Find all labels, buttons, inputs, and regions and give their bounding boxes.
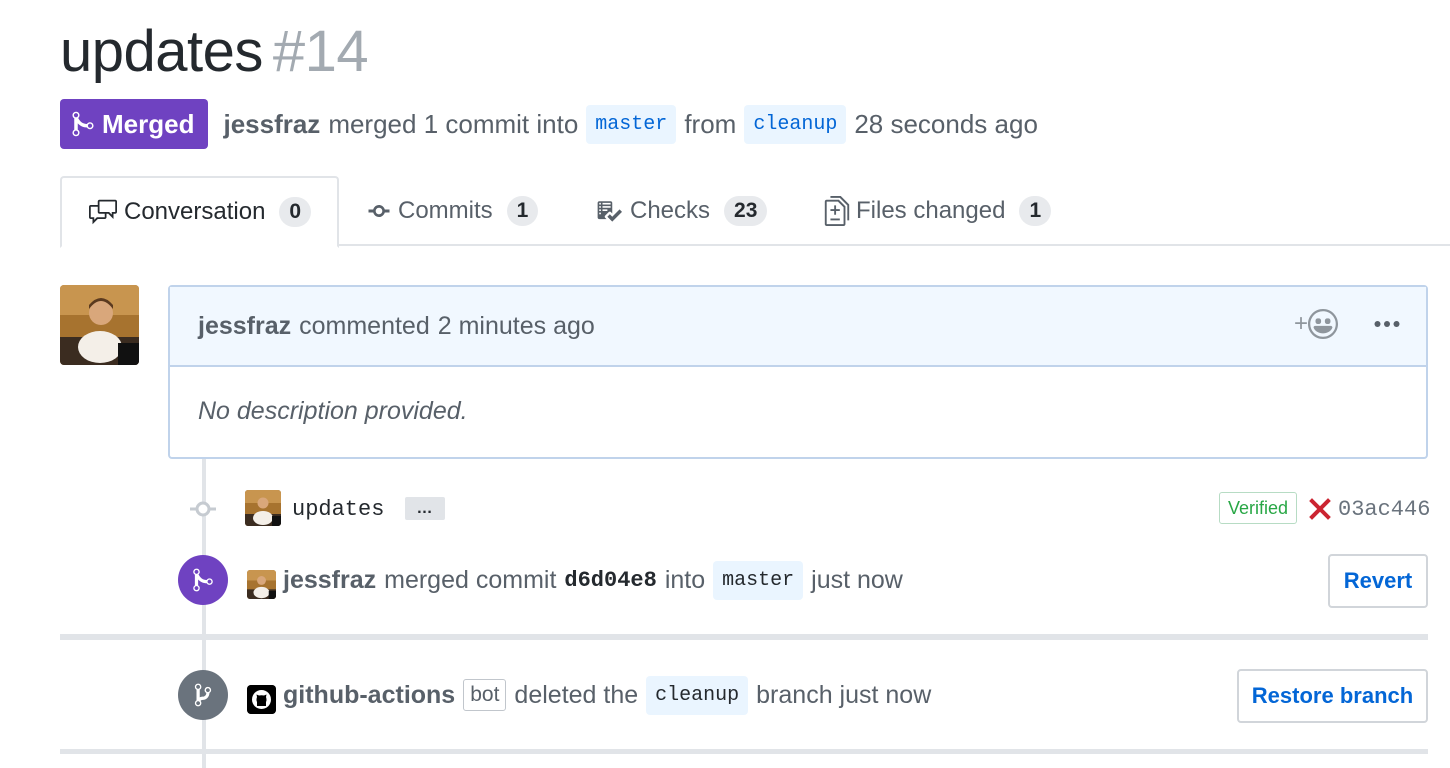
- pr-time: 28 seconds ago: [854, 108, 1038, 139]
- comment-time-link[interactable]: 2 minutes ago: [438, 312, 595, 341]
- merge-event-text: jessfraz merged commit d6d04e8 into mast…: [283, 560, 903, 600]
- tab-commits-label: Commits: [398, 197, 493, 224]
- github-actions-link[interactable]: github-actions: [283, 681, 455, 710]
- merge-badge: [178, 555, 228, 605]
- delete-branch-badge: [178, 670, 228, 720]
- restore-branch-button[interactable]: Restore branch: [1237, 669, 1428, 723]
- comment-author-link[interactable]: jessfraz: [198, 312, 291, 341]
- tab-conversation[interactable]: Conversation 0: [60, 176, 340, 248]
- commit-message-link[interactable]: updates: [292, 497, 384, 522]
- git-commit-icon: [368, 205, 390, 217]
- base-branch-ref[interactable]: master: [586, 104, 677, 144]
- avatar[interactable]: [60, 285, 139, 365]
- delete-text-1: deleted the: [514, 680, 639, 709]
- tab-files-count: 1: [1019, 196, 1052, 226]
- delete-text-2: branch just now: [756, 680, 932, 709]
- smiley-icon: [1308, 309, 1338, 339]
- comment: jessfraz commented 2 minutes ago + No de…: [168, 285, 1428, 459]
- pr-title: updates #14: [60, 18, 369, 85]
- delete-branch-event: github-actions bot deleted the cleanup b…: [178, 669, 1428, 723]
- github-actions-avatar[interactable]: [247, 685, 276, 714]
- revert-button[interactable]: Revert: [1328, 554, 1428, 608]
- git-merge-icon: [72, 111, 94, 137]
- add-reaction-button[interactable]: +: [1294, 309, 1338, 339]
- merge-author-avatar[interactable]: [247, 570, 276, 599]
- verified-badge[interactable]: Verified: [1219, 492, 1298, 524]
- add-reaction-plus: +: [1293, 310, 1308, 337]
- merge-event: jessfraz merged commit d6d04e8 into mast…: [178, 554, 1428, 608]
- diff-icon: [824, 196, 850, 226]
- from-text: from: [684, 108, 737, 139]
- tab-commits[interactable]: Commits 1: [366, 176, 539, 246]
- tab-files-changed[interactable]: Files changed 1: [824, 176, 1052, 246]
- merge-commit-sha-link[interactable]: d6d04e8: [564, 568, 656, 593]
- bot-label: bot: [463, 679, 507, 711]
- tab-checks-label: Checks: [630, 197, 711, 224]
- status-badge: Merged: [60, 99, 209, 149]
- comment-body: No description provided.: [198, 397, 468, 425]
- pr-author-link[interactable]: jessfraz: [223, 109, 320, 140]
- expand-commit-button[interactable]: …: [405, 497, 445, 520]
- merge-author-link[interactable]: jessfraz: [283, 566, 376, 595]
- comment-actions: +: [1294, 309, 1400, 339]
- delete-branch-text: github-actions bot deleted the cleanup b…: [283, 675, 932, 715]
- timeline-divider: [60, 634, 1428, 640]
- comment-discussion-icon: [89, 199, 117, 225]
- tab-checks[interactable]: Checks 23: [594, 176, 768, 246]
- merge-text-2: into: [664, 565, 706, 594]
- git-commit-icon: [190, 501, 216, 517]
- tab-conversation-count: 0: [279, 197, 312, 227]
- merged-text: merged 1 commit into: [328, 108, 579, 139]
- deleted-branch-ref: cleanup: [646, 675, 749, 715]
- x-icon[interactable]: [1309, 498, 1331, 520]
- tab-checks-count: 23: [724, 196, 768, 226]
- commit-sha-link[interactable]: 03ac446: [1338, 497, 1430, 522]
- github-icon: [247, 685, 276, 714]
- timeline-divider: [60, 749, 1428, 754]
- pr-number: #14: [272, 19, 369, 84]
- comment-action: commented: [299, 311, 430, 340]
- pr-meta: Merged jessfraz merged 1 commit into mas…: [60, 99, 1038, 149]
- tab-files-label: Files changed: [856, 197, 1006, 224]
- merge-text-1: merged commit: [384, 565, 557, 594]
- commit-author-avatar[interactable]: [245, 490, 281, 526]
- tab-commits-count: 1: [506, 196, 539, 226]
- comment-header: jessfraz commented 2 minutes ago +: [170, 287, 1426, 367]
- commit-row: updates … Verified 03ac446: [190, 488, 1430, 530]
- checklist-icon: [597, 201, 622, 222]
- merge-time-link[interactable]: just now: [811, 566, 903, 595]
- kebab-horizontal-icon[interactable]: [1374, 319, 1400, 329]
- merge-branch-ref[interactable]: master: [713, 560, 804, 600]
- tab-conversation-label: Conversation: [124, 198, 266, 225]
- git-merge-icon: [193, 568, 213, 592]
- head-branch-ref[interactable]: cleanup: [744, 104, 847, 144]
- status-label: Merged: [102, 108, 195, 139]
- pr-title-text: updates: [60, 19, 263, 84]
- git-branch-icon: [194, 683, 212, 707]
- pr-tabs: Conversation 0 Commits 1 Checks 23 Files…: [60, 176, 1450, 248]
